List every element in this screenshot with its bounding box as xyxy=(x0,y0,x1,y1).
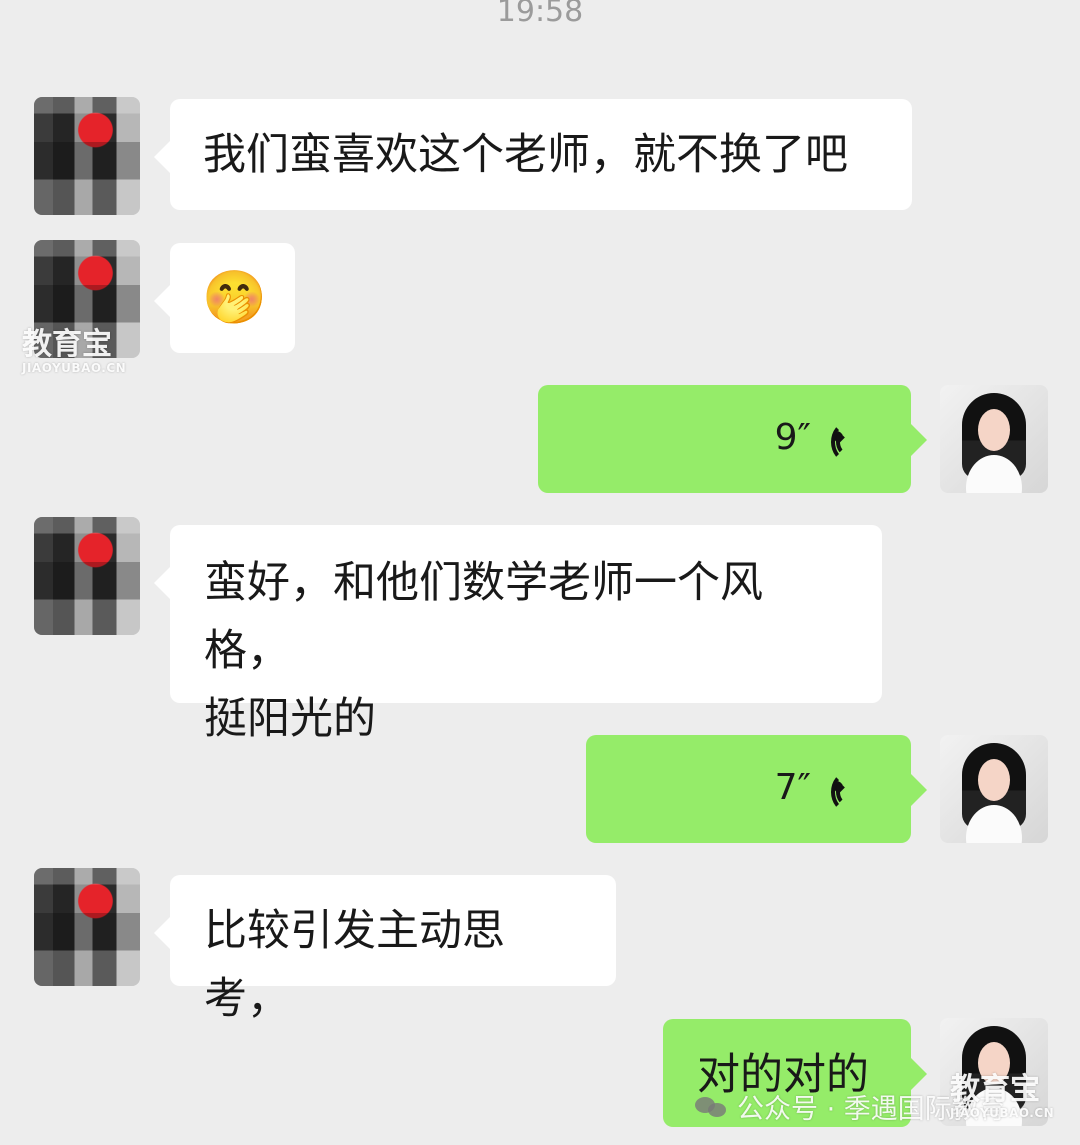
wechat-icon xyxy=(695,1095,729,1119)
jiaoyubao-watermark: 教育宝 JIAOYUBAO.CN xyxy=(22,327,127,375)
message-text: 我们蛮喜欢这个老师，就不换了吧 xyxy=(203,130,848,180)
message-text: 比较引发主动思考， xyxy=(204,906,505,1024)
self-avatar[interactable] xyxy=(940,735,1048,843)
incoming-message-bubble[interactable]: 蛮好，和他们数学老师一个风格， 挺阳光的 xyxy=(154,525,882,744)
incoming-emoji-bubble[interactable]: 🤭 xyxy=(154,243,295,353)
contact-avatar[interactable] xyxy=(34,517,140,635)
voice-message-content: 7″ xyxy=(774,767,863,812)
chat-screen: 19:58 我们蛮喜欢这个老师，就不换了吧 🤭 9″ 蛮好，和他们数学老师一个风… xyxy=(0,0,1080,1145)
voice-wave-icon xyxy=(831,770,863,812)
incoming-message-bubble[interactable]: 我们蛮喜欢这个老师，就不换了吧 xyxy=(154,99,912,210)
contact-avatar[interactable] xyxy=(34,868,140,986)
voice-wave-icon xyxy=(831,420,863,462)
outgoing-voice-message[interactable]: 7″ xyxy=(586,735,927,843)
voice-duration: 7″ xyxy=(774,767,811,808)
message-timestamp: 19:58 xyxy=(496,0,584,29)
message-text: 蛮好，和他们数学老师一个风格， 挺阳光的 xyxy=(204,558,763,744)
covering-mouth-emoji-icon: 🤭 xyxy=(202,268,267,328)
voice-duration: 9″ xyxy=(774,417,811,458)
contact-avatar[interactable] xyxy=(34,97,140,215)
incoming-message-bubble[interactable]: 比较引发主动思考， xyxy=(154,875,616,1024)
outgoing-voice-message[interactable]: 9″ xyxy=(538,385,927,493)
self-avatar[interactable] xyxy=(940,385,1048,493)
voice-message-content: 9″ xyxy=(774,417,863,462)
jiaoyubao-watermark: 教育宝 JIAOYUBAO.CN xyxy=(950,1072,1055,1120)
